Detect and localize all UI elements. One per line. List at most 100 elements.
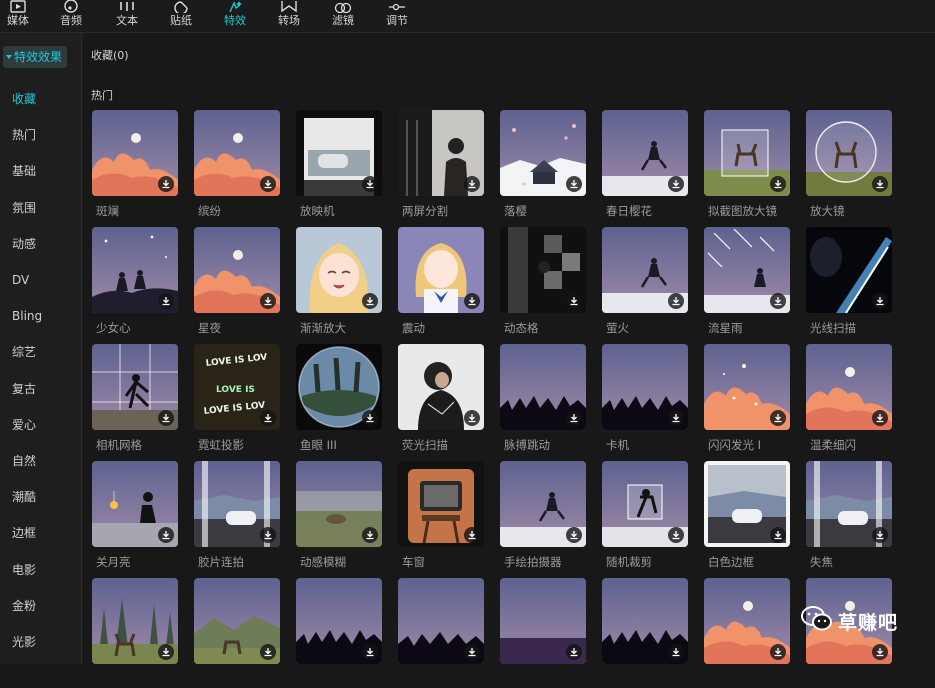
effect-card[interactable]: 荧光扫描 xyxy=(398,344,484,454)
download-button[interactable] xyxy=(158,293,174,309)
download-button[interactable] xyxy=(566,644,582,660)
effect-card[interactable]: 卡机 xyxy=(602,344,688,454)
effect-card[interactable]: 星夜 xyxy=(194,227,280,337)
download-button[interactable] xyxy=(668,527,684,543)
sidebar-item-14[interactable]: 金粉 xyxy=(12,598,36,614)
sidebar-item-10[interactable]: 自然 xyxy=(12,453,36,469)
tool-audio[interactable]: 音频 xyxy=(47,0,95,32)
sidebar-item-3[interactable]: 氛围 xyxy=(12,200,36,216)
download-button[interactable] xyxy=(260,644,276,660)
download-button[interactable] xyxy=(566,527,582,543)
download-button[interactable] xyxy=(362,527,378,543)
effect-thumbnail[interactable] xyxy=(704,110,790,196)
tool-transition[interactable]: 转场 xyxy=(265,0,313,32)
download-button[interactable] xyxy=(668,176,684,192)
effect-card[interactable]: 闪闪发光 I xyxy=(704,344,790,454)
effect-thumbnail[interactable] xyxy=(92,110,178,196)
download-button[interactable] xyxy=(158,527,174,543)
effect-card[interactable] xyxy=(92,578,178,688)
download-button[interactable] xyxy=(464,293,480,309)
effect-thumbnail[interactable] xyxy=(92,461,178,547)
tool-adjust[interactable]: 调节 xyxy=(373,0,421,32)
effect-thumbnail[interactable]: LOVE IS LOV LOVE IS LOVE IS LOV xyxy=(194,344,280,430)
download-button[interactable] xyxy=(158,644,174,660)
effect-card[interactable]: 流星雨 xyxy=(704,227,790,337)
download-button[interactable] xyxy=(362,644,378,660)
effect-card[interactable]: 白色边框 xyxy=(704,461,790,571)
effect-thumbnail[interactable] xyxy=(398,578,484,664)
effect-card[interactable]: 春日樱花 xyxy=(602,110,688,220)
download-button[interactable] xyxy=(872,176,888,192)
sidebar-header-effects[interactable]: 特效效果 xyxy=(3,46,67,68)
effect-thumbnail[interactable] xyxy=(704,461,790,547)
sidebar-item-11[interactable]: 潮酷 xyxy=(12,489,36,505)
effect-card[interactable]: 放映机 xyxy=(296,110,382,220)
effect-card[interactable] xyxy=(500,578,586,688)
effect-card[interactable] xyxy=(398,578,484,688)
sidebar-item-8[interactable]: 复古 xyxy=(12,381,36,397)
download-button[interactable] xyxy=(872,527,888,543)
effect-card[interactable]: 胶片连拍 xyxy=(194,461,280,571)
download-button[interactable] xyxy=(872,644,888,660)
effect-card[interactable]: 相机网格 xyxy=(92,344,178,454)
effect-card[interactable]: 萤火 xyxy=(602,227,688,337)
download-button[interactable] xyxy=(668,410,684,426)
download-button[interactable] xyxy=(464,644,480,660)
sidebar-item-5[interactable]: DV xyxy=(12,272,29,288)
download-button[interactable] xyxy=(362,293,378,309)
effect-thumbnail[interactable] xyxy=(500,578,586,664)
effect-card[interactable]: 少女心 xyxy=(92,227,178,337)
download-button[interactable] xyxy=(158,176,174,192)
download-button[interactable] xyxy=(566,176,582,192)
effect-card[interactable] xyxy=(602,578,688,688)
effect-card[interactable]: 鱼眼 III xyxy=(296,344,382,454)
download-button[interactable] xyxy=(464,410,480,426)
effect-thumbnail[interactable] xyxy=(194,110,280,196)
effect-card[interactable]: 随机裁剪 xyxy=(602,461,688,571)
effect-card[interactable]: 温柔细闪 xyxy=(806,344,892,454)
effect-thumbnail[interactable] xyxy=(296,110,382,196)
effect-card[interactable]: 动态格 xyxy=(500,227,586,337)
sidebar-item-4[interactable]: 动感 xyxy=(12,236,36,252)
sidebar-item-12[interactable]: 边框 xyxy=(12,525,36,541)
effect-thumbnail[interactable] xyxy=(194,461,280,547)
effect-thumbnail[interactable] xyxy=(398,110,484,196)
sidebar-item-15[interactable]: 光影 xyxy=(12,634,36,650)
download-button[interactable] xyxy=(668,644,684,660)
effect-thumbnail[interactable] xyxy=(92,578,178,664)
effect-thumbnail[interactable] xyxy=(704,578,790,664)
effect-thumbnail[interactable] xyxy=(806,344,892,430)
sidebar-item-13[interactable]: 电影 xyxy=(12,562,36,578)
download-button[interactable] xyxy=(770,644,786,660)
effect-thumbnail[interactable] xyxy=(602,344,688,430)
effect-thumbnail[interactable] xyxy=(602,110,688,196)
effect-thumbnail[interactable] xyxy=(194,227,280,313)
effect-thumbnail[interactable] xyxy=(602,227,688,313)
effect-thumbnail[interactable] xyxy=(398,344,484,430)
effect-thumbnail[interactable] xyxy=(500,344,586,430)
download-button[interactable] xyxy=(464,527,480,543)
download-button[interactable] xyxy=(872,293,888,309)
effect-card[interactable]: 落樱 xyxy=(500,110,586,220)
sidebar-item-7[interactable]: 综艺 xyxy=(12,344,36,360)
effect-card[interactable]: 震动 xyxy=(398,227,484,337)
effect-thumbnail[interactable] xyxy=(500,461,586,547)
download-button[interactable] xyxy=(260,410,276,426)
download-button[interactable] xyxy=(770,293,786,309)
effect-card[interactable]: 关月亮 xyxy=(92,461,178,571)
sidebar-item-9[interactable]: 爱心 xyxy=(12,417,36,433)
effect-card[interactable]: LOVE IS LOV LOVE IS LOVE IS LOV 霓虹投影 xyxy=(194,344,280,454)
effect-thumbnail[interactable] xyxy=(398,227,484,313)
effect-card[interactable]: 手绘拍摄器 xyxy=(500,461,586,571)
sidebar-item-0[interactable]: 收藏 xyxy=(12,91,36,107)
download-button[interactable] xyxy=(362,176,378,192)
effect-card[interactable]: 拟截图放大镜 xyxy=(704,110,790,220)
tool-sticker[interactable]: 贴纸 xyxy=(157,0,205,32)
download-button[interactable] xyxy=(872,410,888,426)
effect-thumbnail[interactable] xyxy=(296,461,382,547)
effect-thumbnail[interactable] xyxy=(602,461,688,547)
effect-thumbnail[interactable] xyxy=(398,461,484,547)
effect-card[interactable]: 动感模糊 xyxy=(296,461,382,571)
download-button[interactable] xyxy=(158,410,174,426)
download-button[interactable] xyxy=(260,527,276,543)
